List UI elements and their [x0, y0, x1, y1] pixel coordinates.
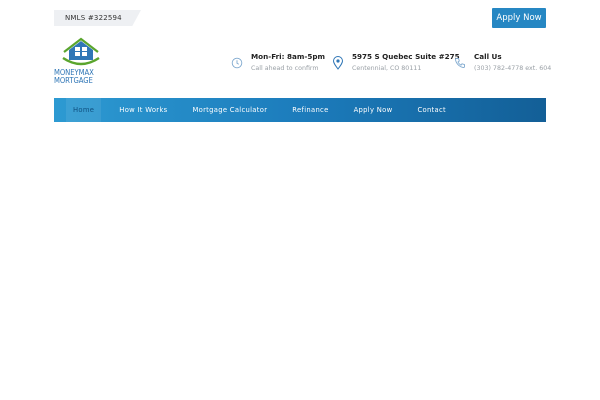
address-info: 5975 S Quebec Suite #275 Centennial, CO …: [332, 52, 460, 76]
address-subtitle: Centennial, CO 80111: [352, 65, 422, 72]
call-phone[interactable]: (303) 782-4778 ext. 604: [474, 65, 551, 72]
hours-title: Mon-Fri: 8am-5pm: [251, 52, 325, 61]
hours-info: Mon-Fri: 8am-5pm Call ahead to confirm: [231, 52, 325, 76]
house-logo-icon: [62, 37, 100, 66]
site-logo[interactable]: MONEYMAX MORTGAGE: [54, 36, 108, 88]
main-nav: Home How It Works Mortgage Calculator Re…: [54, 98, 546, 122]
nav-contact[interactable]: Contact: [410, 98, 453, 122]
address-title: 5975 S Quebec Suite #275: [352, 52, 460, 61]
phone-icon: [455, 58, 465, 68]
logo-text-bottom: MORTGAGE: [54, 76, 93, 85]
nav-refinance[interactable]: Refinance: [285, 98, 335, 122]
hours-subtitle: Call ahead to confirm: [251, 65, 319, 72]
nmls-badge: NMLS #322594: [54, 10, 141, 26]
nav-mortgage-calculator[interactable]: Mortgage Calculator: [185, 98, 274, 122]
clock-icon: [231, 57, 243, 69]
call-title: Call Us: [474, 52, 502, 61]
apply-now-button[interactable]: Apply Now: [492, 8, 546, 28]
top-bar: NMLS #322594 Apply Now: [54, 8, 546, 30]
location-pin-icon: [332, 56, 344, 70]
nav-how-it-works[interactable]: How It Works: [112, 98, 174, 122]
call-info: Call Us (303) 782-4778 ext. 604: [454, 52, 551, 76]
nav-apply-now[interactable]: Apply Now: [347, 98, 400, 122]
nav-home[interactable]: Home: [66, 98, 102, 122]
